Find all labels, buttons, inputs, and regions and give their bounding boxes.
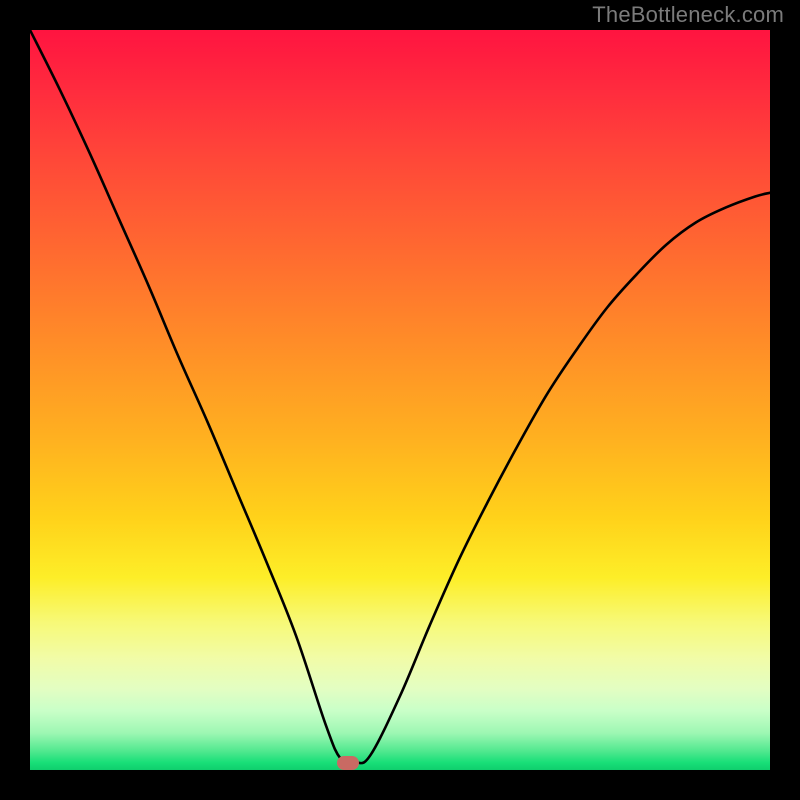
curve-svg xyxy=(30,30,770,770)
watermark-text: TheBottleneck.com xyxy=(592,2,784,28)
bottleneck-curve-path xyxy=(30,30,770,764)
plot-area xyxy=(30,30,770,770)
optimum-marker xyxy=(337,756,359,770)
chart-frame: TheBottleneck.com xyxy=(0,0,800,800)
